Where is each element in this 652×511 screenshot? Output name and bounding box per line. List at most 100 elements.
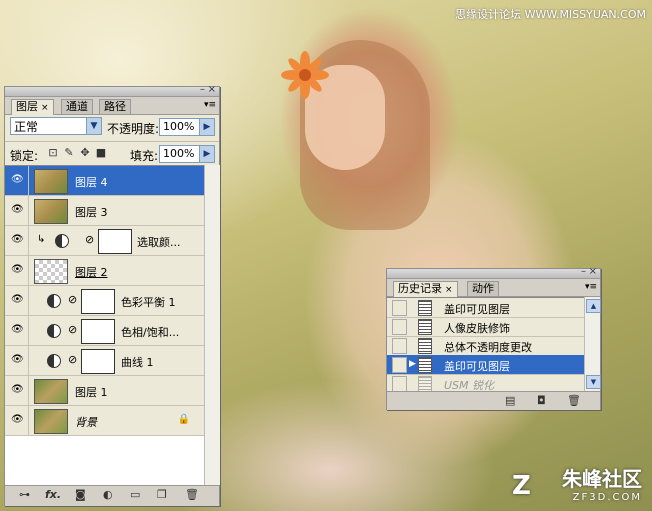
tab-channels-label: 通道 [66, 100, 88, 113]
layer-row-curves[interactable]: 👁 ⊘ 曲线 1 [5, 346, 204, 376]
history-panel-tabs: 历史记录 × 动作 ▾≡ [387, 279, 600, 297]
layer-list-scrollbar[interactable] [204, 165, 220, 485]
history-state[interactable]: 盖印可见图层 [387, 298, 584, 318]
opacity-label: 不透明度: [107, 122, 160, 136]
layer-thumbnail [34, 259, 68, 284]
layer-row-color-balance[interactable]: 👁 ⊘ 色彩平衡 1 [5, 286, 204, 316]
trash-icon[interactable]: 🗑 [185, 489, 199, 501]
tab-paths[interactable]: 路径 [99, 99, 131, 114]
layer-mask-thumbnail[interactable] [81, 349, 115, 374]
history-footer: ▤ ◘ 🗑 [387, 391, 600, 410]
history-panel-titlebar[interactable]: – × [387, 267, 600, 279]
eye-icon[interactable]: 👁 [11, 265, 24, 275]
history-state-dimmed[interactable]: USM 锐化 [387, 374, 584, 392]
flower-graphic [281, 51, 329, 99]
separator [28, 376, 29, 405]
new-layer-icon[interactable]: ❐ [157, 489, 167, 501]
lock-all-icon[interactable]: ■ [95, 147, 107, 159]
layer-mask-thumbnail[interactable] [81, 289, 115, 314]
layer-row-1[interactable]: 👁 图层 1 [5, 376, 204, 406]
eye-icon[interactable]: 👁 [11, 355, 24, 365]
lock-brush-icon[interactable]: ✎ [63, 147, 75, 159]
scroll-down-icon[interactable]: ▼ [586, 375, 601, 389]
layer-mask-thumbnail[interactable] [81, 319, 115, 344]
chevron-right-icon[interactable]: ▶ [199, 146, 214, 162]
layer-row-background[interactable]: 👁 背景 🔒 [5, 406, 204, 436]
history-snapshot-box[interactable] [392, 357, 407, 373]
panel-menu-icon[interactable]: ▾≡ [585, 282, 597, 292]
new-group-icon[interactable]: ▭ [130, 489, 140, 501]
adjustment-icon [47, 354, 61, 368]
layer-list: 👁 图层 4 👁 图层 3 👁 ↳ ⊘ 选取颜... 👁 图层 2 👁 ⊘ 色彩… [5, 165, 204, 486]
camera-snapshot-icon[interactable]: ◘ [537, 395, 546, 407]
chain-link-icon[interactable]: ⊘ [68, 353, 77, 366]
chevron-right-icon[interactable]: ▶ [199, 119, 214, 135]
layer-mask-thumbnail[interactable] [98, 229, 132, 254]
chain-link-icon[interactable]: ⊘ [85, 233, 94, 246]
link-layers-icon[interactable]: ⊶ [19, 489, 30, 501]
eye-icon[interactable]: 👁 [11, 235, 24, 245]
panel-menu-icon[interactable]: ▾≡ [204, 100, 216, 110]
layer-row-hue-saturation[interactable]: 👁 ⊘ 色相/饱和... [5, 316, 204, 346]
eye-icon[interactable]: 👁 [11, 205, 24, 215]
eye-icon[interactable]: 👁 [11, 175, 24, 185]
fill-input[interactable]: 100% ▶ [159, 145, 215, 163]
tab-layers-label: 图层 [16, 100, 38, 113]
lock-move-icon[interactable]: ✥ [79, 147, 91, 159]
blend-mode-value: 正常 [14, 120, 39, 134]
chevron-down-icon[interactable]: ▼ [86, 118, 101, 134]
layer-thumbnail [34, 199, 68, 224]
tab-layers[interactable]: 图层 × [11, 99, 54, 115]
layer-row-4[interactable]: 👁 图层 4 [5, 166, 204, 196]
opacity-input[interactable]: 100% ▶ [159, 118, 215, 136]
close-icon[interactable]: × [589, 267, 597, 277]
new-adjustment-icon[interactable]: ◐ [103, 489, 113, 501]
history-state[interactable]: 总体不透明度更改 [387, 336, 584, 356]
eye-icon[interactable]: 👁 [11, 415, 24, 425]
eye-icon[interactable]: 👁 [11, 385, 24, 395]
tab-history[interactable]: 历史记录 × [393, 281, 458, 297]
fill-label: 填充: [130, 149, 159, 163]
add-mask-icon[interactable]: ◙ [75, 489, 86, 501]
layer-row-selective-color[interactable]: 👁 ↳ ⊘ 选取颜... [5, 226, 204, 256]
close-icon[interactable]: × [208, 85, 216, 95]
minimize-icon[interactable]: – [581, 267, 586, 277]
chain-link-icon[interactable]: ⊘ [68, 323, 77, 336]
history-snapshot-box[interactable] [392, 338, 407, 354]
blend-mode-select[interactable]: 正常 ▼ [10, 117, 102, 135]
layer-thumbnail [34, 379, 68, 404]
chain-link-icon[interactable]: ⊘ [68, 293, 77, 306]
close-icon[interactable]: × [445, 285, 453, 295]
layer-name: 图层 1 [75, 386, 108, 399]
document-icon [418, 338, 432, 354]
minimize-icon[interactable]: – [200, 85, 205, 95]
history-scrollbar[interactable]: ▲ ▼ [584, 297, 601, 391]
layer-row-3[interactable]: 👁 图层 3 [5, 196, 204, 226]
eye-icon[interactable]: 👁 [11, 295, 24, 305]
lock-transparency-icon[interactable]: ⊡ [47, 147, 59, 159]
history-snapshot-box[interactable] [392, 376, 407, 392]
document-icon [418, 319, 432, 335]
separator [28, 316, 29, 345]
tab-channels[interactable]: 通道 [61, 99, 93, 114]
blend-row: 正常 ▼ 不透明度: 100% ▶ [5, 115, 219, 139]
lock-label: 锁定: [10, 149, 39, 163]
close-icon[interactable]: × [41, 103, 49, 113]
history-snapshot-box[interactable] [392, 319, 407, 335]
adjustment-icon [55, 234, 69, 248]
tab-actions[interactable]: 动作 [467, 281, 499, 296]
layer-name: 图层 4 [75, 176, 108, 189]
trash-icon[interactable]: 🗑 [567, 395, 581, 407]
new-document-from-state-icon[interactable]: ▤ [505, 395, 515, 407]
layers-panel-titlebar[interactable]: – × [5, 85, 219, 97]
eye-icon[interactable]: 👁 [11, 325, 24, 335]
layer-row-2[interactable]: 👁 图层 2 [5, 256, 204, 286]
fx-button[interactable]: fx. [45, 489, 61, 501]
history-state-name: 盖印可见图层 [444, 303, 510, 316]
layer-thumbnail [34, 409, 68, 434]
history-state-selected[interactable]: ▶ 盖印可见图层 [387, 355, 584, 375]
scroll-up-icon[interactable]: ▲ [586, 299, 601, 313]
history-snapshot-box[interactable] [392, 300, 407, 316]
history-state[interactable]: 人像皮肤修饰 [387, 317, 584, 337]
layer-name: 色彩平衡 1 [121, 296, 176, 309]
